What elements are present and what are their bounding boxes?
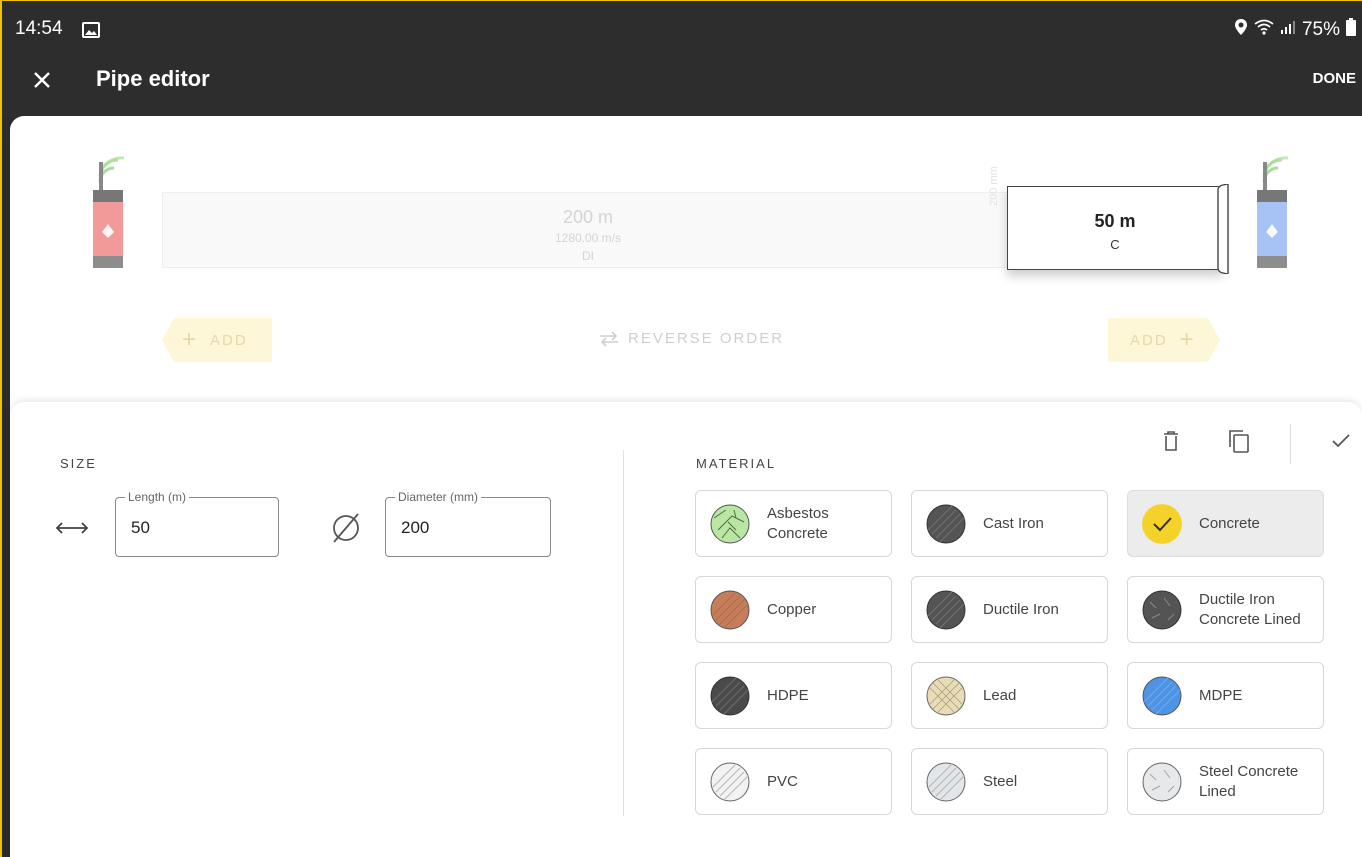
gallery-icon — [82, 22, 100, 43]
material-option[interactable]: PVC — [695, 748, 892, 815]
pipe-segment-unselected[interactable]: 200 m 1280.00 m/s DI — [162, 192, 1012, 268]
add-left-label: ADD — [210, 331, 248, 349]
lead-icon — [926, 676, 966, 716]
plus-icon: + — [182, 326, 199, 353]
trash-icon — [1164, 431, 1178, 451]
steel-icon — [926, 762, 966, 802]
selected-segment-material: C — [1110, 237, 1120, 252]
status-indicators: 75% — [1234, 18, 1356, 42]
pipe-segment-selected[interactable]: 50 m C — [1007, 186, 1223, 270]
material-name: Steel — [983, 772, 1018, 790]
material-option[interactable]: Steel Concrete Lined — [1127, 748, 1324, 815]
ductile-iron-icon — [926, 590, 966, 630]
segment-speed: 1280.00 m/s — [554, 231, 622, 245]
material-name: Copper — [767, 600, 817, 618]
copper-icon — [710, 590, 750, 630]
location-icon — [1234, 18, 1248, 42]
length-arrows-icon — [55, 522, 89, 534]
material-option[interactable]: Ductile Iron — [911, 576, 1108, 643]
asbestos-concrete-icon — [710, 504, 750, 544]
status-time: 14:54 — [15, 18, 63, 39]
material-name: Ductile Iron — [983, 600, 1059, 618]
material-name: MDPE — [1199, 686, 1243, 704]
section-divider — [623, 450, 624, 816]
left-sensor-icon — [93, 156, 125, 268]
mdpe-icon — [1142, 676, 1182, 716]
add-left-button[interactable]: + ADD — [162, 318, 272, 362]
reverse-order-label: REVERSE ORDER — [628, 330, 785, 347]
material-option[interactable]: MDPE — [1127, 662, 1324, 729]
wifi-icon — [1254, 19, 1274, 41]
material-option[interactable]: Cast Iron — [911, 490, 1108, 557]
pipe-canvas: 200 m 1280.00 m/s DI 200 mm 50 m C + ADD — [10, 116, 1362, 416]
close-icon — [34, 72, 50, 88]
add-right-button[interactable]: ADD + — [1108, 318, 1220, 362]
material-name: HDPE — [767, 686, 809, 704]
battery-percent: 75% — [1301, 19, 1340, 40]
copy-icon — [1229, 430, 1249, 453]
segment-diameter-label: 200 mm — [988, 166, 1000, 206]
size-section-label: SIZE — [60, 456, 97, 471]
left-sensor[interactable] — [90, 152, 130, 272]
delete-segment-button[interactable] — [1154, 424, 1188, 458]
material-name: Concrete — [1199, 514, 1260, 532]
material-option[interactable]: Asbestos Concrete — [695, 490, 892, 557]
done-button[interactable]: DONE — [1313, 70, 1356, 87]
status-bar: 14:54 75% — [0, 0, 1362, 58]
length-field[interactable]: Length (m) — [115, 490, 279, 557]
diameter-input[interactable] — [401, 518, 531, 538]
duplicate-segment-button[interactable] — [1222, 424, 1256, 458]
material-option[interactable]: Steel — [911, 748, 1108, 815]
diameter-icon — [333, 513, 359, 543]
close-button[interactable] — [26, 64, 58, 96]
material-name: Cast Iron — [983, 514, 1044, 532]
diameter-field[interactable]: Diameter (mm) — [385, 490, 551, 557]
material-section-label: MATERIAL — [696, 456, 777, 471]
material-name: Asbestos Concrete — [767, 504, 829, 542]
length-input[interactable] — [131, 518, 261, 538]
cast-iron-icon — [926, 504, 966, 544]
right-sensor-icon — [1257, 156, 1289, 268]
material-option[interactable]: Ductile Iron Concrete Lined — [1127, 576, 1324, 643]
check-icon — [1142, 503, 1182, 544]
pvc-icon — [710, 762, 750, 802]
right-sensor[interactable] — [1254, 152, 1294, 272]
material-option[interactable]: Lead — [911, 662, 1108, 729]
plus-icon: + — [1179, 326, 1196, 353]
reverse-order-button[interactable]: REVERSE ORDER — [598, 330, 784, 347]
ductile-iron-concrete-lined-icon — [1142, 590, 1182, 630]
check-icon — [1332, 434, 1350, 448]
material-option[interactable]: Copper — [695, 576, 892, 643]
battery-icon — [1346, 18, 1356, 42]
length-field-label: Length (m) — [125, 490, 190, 504]
action-divider — [1290, 424, 1291, 464]
swap-icon — [600, 330, 618, 347]
material-name: Lead — [983, 686, 1017, 704]
steel-concrete-lined-icon — [1142, 762, 1182, 802]
segment-length: 200 m — [562, 207, 614, 227]
diameter-field-label: Diameter (mm) — [395, 490, 481, 504]
material-name: Steel Concrete Lined — [1199, 762, 1299, 800]
signal-icon — [1280, 19, 1296, 41]
add-right-label: ADD — [1130, 331, 1168, 349]
app-bar: Pipe editor DONE — [0, 58, 1362, 118]
material-name: PVC — [767, 772, 798, 790]
segment-material: DI — [582, 249, 594, 263]
segment-end-cap — [1217, 184, 1229, 274]
confirm-segment-button[interactable] — [1324, 424, 1358, 458]
hdpe-icon — [710, 676, 750, 716]
segment-editor-panel: SIZE Length (m) Diameter (mm) — [10, 402, 1362, 857]
material-name: Ductile Iron Concrete Lined — [1199, 590, 1301, 628]
material-option-selected[interactable]: Concrete — [1127, 490, 1324, 557]
selected-segment-length: 50 m — [1094, 211, 1136, 231]
page-title: Pipe editor — [96, 66, 210, 91]
material-option[interactable]: HDPE — [695, 662, 892, 729]
